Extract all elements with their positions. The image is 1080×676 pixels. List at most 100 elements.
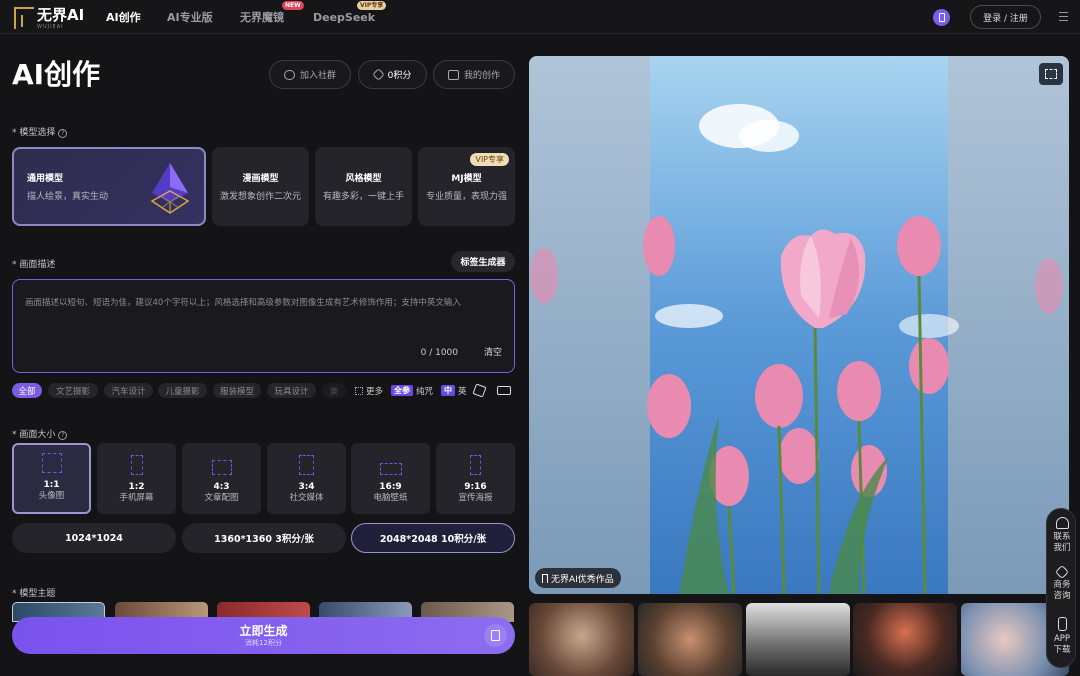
contact-us-label: 联系我们 — [1053, 532, 1071, 553]
ratio-icon — [470, 455, 481, 475]
vip-badge: VIP专享 — [470, 153, 509, 166]
tulip-artwork — [529, 56, 1069, 594]
tag-item[interactable]: 文艺摄影 — [48, 383, 98, 398]
more-label: 更多 — [366, 386, 384, 397]
resolution-1360[interactable]: 1360*1360 3积分/张 — [182, 523, 346, 553]
help-icon[interactable]: ? — [58, 129, 68, 138]
size-ratio: 4:3 — [213, 482, 230, 492]
lang-zh: 中 — [441, 385, 455, 396]
size-option-1-1[interactable]: 1:1 头像图 — [12, 443, 91, 514]
resolution-1024[interactable]: 1024*1024 — [12, 523, 176, 553]
model-card-style[interactable]: 风格模型 有趣多彩，一键上手 — [315, 147, 412, 226]
page-title: AI创作 — [12, 58, 101, 91]
size-name: 宣传海报 — [458, 493, 493, 503]
ratio-icon — [130, 455, 143, 475]
gallery-thumb[interactable] — [638, 603, 742, 676]
points-label: 0积分 — [387, 71, 412, 81]
ratio-icon — [299, 455, 314, 475]
tag-item[interactable]: 服装模型 — [213, 383, 261, 398]
size-option-1-2[interactable]: 1:2 手机屏幕 — [97, 443, 176, 514]
ratio-icon — [211, 460, 232, 475]
nav-ai-create[interactable]: AI创作 — [106, 0, 141, 34]
model-title: MJ模型 — [451, 174, 482, 184]
size-option-16-9[interactable]: 16:9 电脑壁纸 — [351, 443, 430, 514]
side-float-bar: 联系我们 商务咨询 APP下载 — [1046, 508, 1076, 668]
headset-icon — [1055, 517, 1069, 529]
business-label: 商务咨询 — [1053, 580, 1071, 601]
vip-badge: VIP专享 — [357, 1, 387, 10]
fullscreen-icon[interactable] — [1039, 63, 1063, 85]
tag-item[interactable]: 汽车设计 — [104, 383, 153, 398]
tag-item[interactable]: 儿童摄影 — [158, 383, 207, 398]
size-option-9-16[interactable]: 9:16 宣传海报 — [436, 443, 515, 514]
model-title: 通用模型 — [27, 174, 64, 184]
generate-label: 立即生成 — [239, 623, 288, 638]
model-subtitle: 描人绘景，真实生动 — [27, 192, 109, 202]
language-toggle[interactable]: 中英 — [441, 383, 467, 398]
size-name: 头像图 — [38, 491, 65, 501]
app-download-button[interactable]: APP下载 — [1047, 617, 1077, 656]
join-community-button[interactable]: 加入社群 — [269, 60, 351, 89]
size-option-3-4[interactable]: 3:4 社交媒体 — [267, 443, 346, 514]
points-button[interactable]: 0积分 — [358, 60, 427, 89]
size-name: 文章配图 — [204, 493, 239, 503]
more-tags-button[interactable]: 更多 — [355, 383, 383, 398]
dice-icon[interactable] — [472, 383, 487, 398]
gallery-thumb[interactable] — [746, 603, 850, 676]
contact-us-button[interactable]: 联系我们 — [1047, 517, 1077, 554]
model-subtitle: 有趣多彩，一键上手 — [322, 192, 404, 202]
full-param-tag: 全参 — [391, 385, 413, 396]
new-badge: NEW — [282, 1, 304, 10]
size-name: 社交媒体 — [289, 493, 324, 503]
full-param-toggle[interactable]: 全参 纯咒 — [391, 383, 433, 398]
size-ratio: 9:16 — [464, 482, 487, 492]
chat-icon — [283, 69, 295, 80]
size-section-label: * 画面大小? — [12, 427, 68, 440]
hamburger-icon[interactable] — [1059, 12, 1068, 21]
business-button[interactable]: 商务咨询 — [1047, 564, 1077, 602]
gallery-thumb[interactable] — [853, 603, 957, 676]
model-card-general[interactable]: 通用模型 描人绘景，真实生动 — [12, 147, 206, 226]
char-counter: 0 / 1000 — [420, 348, 458, 358]
grid-icon — [355, 386, 363, 395]
size-ratio: 16:9 — [379, 482, 402, 492]
tag-generator-button[interactable]: 标签生成器 — [451, 251, 515, 272]
resolution-2048[interactable]: 2048*2048 10积分/张 — [351, 523, 515, 553]
ratio-icon — [41, 453, 62, 473]
size-option-4-3[interactable]: 4:3 文章配图 — [182, 443, 261, 514]
prompt-section-label: * 画面描述 — [12, 260, 56, 270]
size-name: 电脑壁纸 — [373, 493, 408, 503]
model-card-mj[interactable]: VIP专享 MJ模型 专业质量，表现力强 — [418, 147, 515, 226]
model-card-comic[interactable]: 漫画模型 激发想象创作二次元 — [212, 147, 309, 226]
nav-magic-mirror[interactable]: 无界魔镜 — [240, 0, 284, 34]
tag-item[interactable]: 玩具设计 — [267, 383, 316, 398]
model-section-label: * 模型选择? — [12, 125, 68, 138]
size-ratio: 3:4 — [298, 482, 315, 492]
expand-icon[interactable] — [497, 383, 511, 398]
folder-icon — [447, 69, 459, 80]
mobile-icon — [1057, 617, 1067, 631]
model-title: 漫画模型 — [242, 174, 279, 184]
my-creations-button[interactable]: 我的创作 — [433, 60, 515, 89]
prompt-input[interactable]: 画面描述以短句、短语为佳，建议40个字符以上；风格选择和高级参数对图像生成有艺术… — [12, 279, 515, 373]
help-icon[interactable]: ? — [58, 431, 68, 440]
generate-button[interactable]: 立即生成 消耗12积分 — [12, 617, 515, 654]
size-name: 手机屏幕 — [119, 493, 154, 503]
clear-button[interactable]: 清空 — [484, 345, 502, 358]
logo[interactable]: 无界AI WUJIEAI — [14, 5, 84, 30]
bookmark-icon — [542, 573, 548, 583]
spell-label: 纯咒 — [416, 386, 434, 397]
tag-item[interactable]: 美 — [322, 383, 346, 398]
phone-icon[interactable] — [933, 9, 950, 26]
size-ratio: 1:1 — [43, 480, 60, 490]
login-button[interactable]: 登录 / 注册 — [970, 5, 1041, 29]
document-icon[interactable] — [484, 624, 507, 647]
size-ratio: 1:2 — [128, 482, 145, 492]
logo-text: 无界AI — [37, 6, 85, 24]
prompt-placeholder: 画面描述以短句、短语为佳，建议40个字符以上；风格选择和高级参数对图像生成有艺术… — [25, 298, 461, 308]
tag-all[interactable]: 全部 — [12, 383, 42, 398]
featured-label: 无界AI优秀作品 — [551, 574, 614, 585]
nav-ai-pro[interactable]: AI专业版 — [167, 0, 213, 34]
gallery-thumb[interactable] — [529, 603, 634, 676]
app-download-label: APP下载 — [1053, 634, 1071, 655]
